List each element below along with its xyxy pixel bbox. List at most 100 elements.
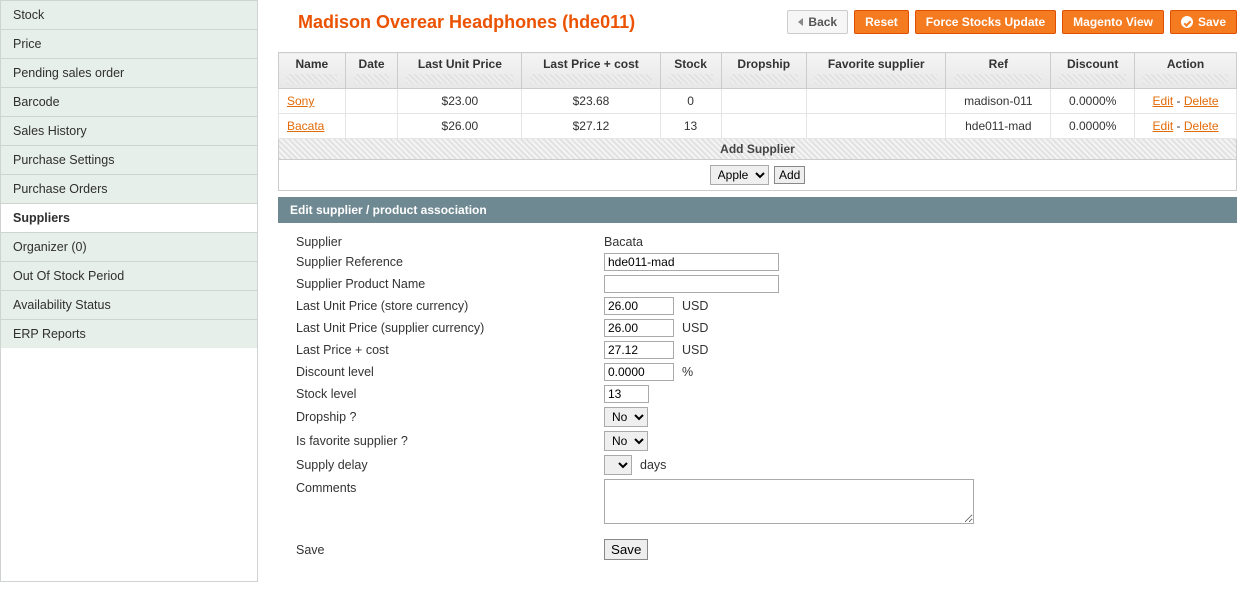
select-delay[interactable]: [604, 455, 632, 475]
input-product-name[interactable]: [604, 275, 779, 293]
col-last-price-cost[interactable]: Last Price + cost: [522, 53, 660, 89]
delete-link[interactable]: Delete: [1184, 119, 1219, 133]
edit-form: Supplier Bacata Supplier Reference Suppl…: [278, 233, 1237, 562]
col-action[interactable]: Action: [1135, 53, 1237, 89]
reset-button[interactable]: Reset: [854, 10, 909, 34]
sidebar-item-out-of-stock-period[interactable]: Out Of Stock Period: [1, 261, 257, 290]
edit-link[interactable]: Edit: [1153, 94, 1174, 108]
input-last-price-cost[interactable]: [604, 341, 674, 359]
back-icon: [798, 18, 803, 26]
sidebar-item-pending-sales-order[interactable]: Pending sales order: [1, 58, 257, 87]
label-last-price-cost: Last Price + cost: [278, 339, 598, 361]
sidebar-item-stock[interactable]: Stock: [1, 0, 257, 29]
col-ref[interactable]: Ref: [946, 53, 1051, 89]
label-reference: Supplier Reference: [278, 251, 598, 273]
textarea-comments[interactable]: [604, 479, 974, 524]
cell-action: Edit - Delete: [1135, 114, 1237, 139]
input-reference[interactable]: [604, 253, 779, 271]
supplier-link[interactable]: Sony: [287, 94, 314, 108]
add-supplier-title: Add Supplier: [278, 139, 1237, 160]
cell-action: Edit - Delete: [1135, 89, 1237, 114]
add-supplier-row: Apple Add: [278, 160, 1237, 191]
cell-ref: hde011-mad: [946, 114, 1051, 139]
label-supplier: Supplier: [278, 233, 598, 251]
cell-last-unit-price: $23.00: [398, 89, 522, 114]
input-last-unit-store[interactable]: [604, 297, 674, 315]
table-row: Sony $23.00 $23.68 0 madison-011 0.0000%…: [279, 89, 1237, 114]
table-row: Bacata $26.00 $27.12 13 hde011-mad 0.000…: [279, 114, 1237, 139]
label-favorite: Is favorite supplier ?: [278, 429, 598, 453]
unit-usd: USD: [682, 299, 708, 313]
sidebar: Stock Price Pending sales order Barcode …: [0, 0, 258, 582]
sidebar-item-purchase-settings[interactable]: Purchase Settings: [1, 145, 257, 174]
unit-usd: USD: [682, 321, 708, 335]
sidebar-item-purchase-orders[interactable]: Purchase Orders: [1, 174, 257, 203]
col-date[interactable]: Date: [345, 53, 398, 89]
save-button-label: Save: [1198, 15, 1226, 29]
cell-date: [345, 89, 398, 114]
cell-last-unit-price: $26.00: [398, 114, 522, 139]
col-dropship[interactable]: Dropship: [721, 53, 806, 89]
add-supplier-select[interactable]: Apple: [710, 165, 769, 185]
magento-view-button[interactable]: Magento View: [1062, 10, 1164, 34]
input-discount[interactable]: [604, 363, 674, 381]
panel-title: Edit supplier / product association: [278, 197, 1237, 223]
label-last-unit-supplier: Last Unit Price (supplier currency): [278, 317, 598, 339]
cell-last-price-cost: $23.68: [522, 89, 660, 114]
cell-ref: madison-011: [946, 89, 1051, 114]
delete-link[interactable]: Delete: [1184, 94, 1219, 108]
form-save-button[interactable]: Save: [604, 539, 648, 560]
col-discount[interactable]: Discount: [1051, 53, 1135, 89]
label-product-name: Supplier Product Name: [278, 273, 598, 295]
edit-link[interactable]: Edit: [1153, 119, 1174, 133]
main-content: Madison Overear Headphones (hde011) Back…: [258, 0, 1247, 582]
input-stock[interactable]: [604, 385, 649, 403]
unit-percent: %: [682, 365, 693, 379]
check-icon: [1181, 16, 1193, 28]
back-button-label: Back: [808, 15, 837, 29]
unit-days: days: [640, 458, 666, 472]
cell-stock: 13: [660, 114, 721, 139]
force-stocks-button[interactable]: Force Stocks Update: [915, 10, 1056, 34]
cell-favorite: [806, 114, 945, 139]
sidebar-item-price[interactable]: Price: [1, 29, 257, 58]
supplier-link[interactable]: Bacata: [287, 119, 324, 133]
sidebar-item-suppliers[interactable]: Suppliers: [1, 203, 257, 232]
cell-favorite: [806, 89, 945, 114]
header-buttons: Back Reset Force Stocks Update Magento V…: [787, 10, 1237, 34]
cell-dropship: [721, 89, 806, 114]
col-name[interactable]: Name: [279, 53, 346, 89]
cell-discount: 0.0000%: [1051, 114, 1135, 139]
label-stock: Stock level: [278, 383, 598, 405]
label-comments: Comments: [278, 477, 598, 529]
select-dropship[interactable]: No: [604, 407, 648, 427]
suppliers-table: Name Date Last Unit Price Last Price + c…: [278, 52, 1237, 139]
save-button[interactable]: Save: [1170, 10, 1237, 34]
col-favorite[interactable]: Favorite supplier: [806, 53, 945, 89]
sidebar-item-erp-reports[interactable]: ERP Reports: [1, 319, 257, 348]
page-title: Madison Overear Headphones (hde011): [298, 12, 787, 33]
label-discount: Discount level: [278, 361, 598, 383]
page-header: Madison Overear Headphones (hde011) Back…: [278, 0, 1237, 52]
label-dropship: Dropship ?: [278, 405, 598, 429]
col-stock[interactable]: Stock: [660, 53, 721, 89]
value-supplier: Bacata: [598, 233, 1237, 251]
add-supplier-button[interactable]: Add: [774, 166, 805, 184]
back-button[interactable]: Back: [787, 10, 848, 34]
col-last-unit-price[interactable]: Last Unit Price: [398, 53, 522, 89]
cell-last-price-cost: $27.12: [522, 114, 660, 139]
label-save: Save: [278, 537, 598, 562]
sidebar-item-organizer[interactable]: Organizer (0): [1, 232, 257, 261]
input-last-unit-supplier[interactable]: [604, 319, 674, 337]
cell-discount: 0.0000%: [1051, 89, 1135, 114]
cell-dropship: [721, 114, 806, 139]
cell-stock: 0: [660, 89, 721, 114]
label-delay: Supply delay: [278, 453, 598, 477]
unit-usd: USD: [682, 343, 708, 357]
label-last-unit-store: Last Unit Price (store currency): [278, 295, 598, 317]
cell-date: [345, 114, 398, 139]
sidebar-item-barcode[interactable]: Barcode: [1, 87, 257, 116]
select-favorite[interactable]: No: [604, 431, 648, 451]
sidebar-item-sales-history[interactable]: Sales History: [1, 116, 257, 145]
sidebar-item-availability-status[interactable]: Availability Status: [1, 290, 257, 319]
